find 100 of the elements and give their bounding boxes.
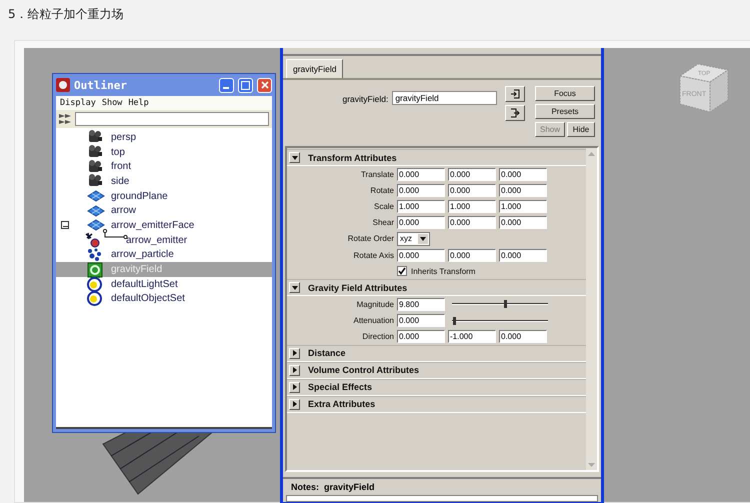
number-field[interactable]: 1.000 [448, 200, 496, 213]
number-field[interactable]: 0.000 [397, 314, 445, 328]
close-button[interactable] [257, 78, 272, 92]
checkbox[interactable] [397, 266, 407, 276]
tab[interactable]: gravityField [286, 59, 344, 78]
set-icon [87, 291, 102, 306]
menu-item[interactable]: Help [128, 98, 149, 108]
node-name-field[interactable]: gravityField [392, 91, 497, 105]
outliner-item[interactable]: side [56, 174, 272, 189]
number-field[interactable]: 0.000 [397, 330, 445, 344]
section-title: Extra Attributes [308, 399, 376, 410]
number-field[interactable]: 9.800 [397, 298, 445, 311]
dropdown[interactable]: xyz [397, 232, 430, 246]
field-icon [87, 262, 103, 278]
number-field[interactable]: -1.000 [448, 330, 496, 344]
section-title: Volume Control Attributes [308, 365, 419, 376]
item-label: arrow_particle [111, 249, 174, 260]
number-field[interactable]: 1.000 [499, 200, 547, 213]
caret-right-icon [292, 401, 296, 408]
outliner-item[interactable]: defaultObjectSet [56, 292, 272, 306]
attribute-label: Direction [361, 332, 394, 342]
number-field[interactable]: 0.000 [448, 184, 496, 197]
maximize-button[interactable] [238, 78, 253, 92]
caret-down-icon [292, 156, 298, 160]
slider-thumb[interactable] [452, 316, 456, 325]
item-label: persp [111, 132, 136, 143]
outliner-item[interactable]: arrow_emitterFace [56, 218, 272, 233]
item-label: front [111, 161, 132, 172]
section-toggle[interactable] [289, 364, 300, 376]
checkmark-icon [398, 267, 406, 276]
item-label: arrow_emitterFace [111, 220, 194, 231]
hide-button[interactable]: Hide [567, 122, 595, 137]
connector-line [103, 228, 128, 240]
number-field[interactable]: 0.000 [448, 168, 496, 181]
collapse-toggle[interactable] [61, 221, 69, 230]
number-field[interactable]: 0.000 [499, 248, 547, 262]
section-title: Special Effects [308, 382, 372, 392]
window-title: Outliner [74, 78, 128, 92]
input-connection-button[interactable] [505, 86, 525, 102]
number-field[interactable]: 0.000 [499, 184, 547, 197]
attribute-label: Rotate Axis [352, 250, 394, 260]
menu-item[interactable]: Display [60, 98, 96, 108]
outliner-item[interactable]: arrow_particle [56, 248, 272, 262]
grid-plane-icon [87, 204, 105, 217]
scroll-up-icon [588, 152, 595, 156]
number-field[interactable]: 0.000 [397, 216, 445, 230]
attribute-label: Rotate [369, 186, 394, 195]
number-field[interactable]: 0.000 [397, 168, 445, 181]
set-icon [87, 276, 102, 292]
number-field[interactable]: 0.000 [397, 184, 445, 197]
app-icon [56, 78, 70, 92]
caret-down-icon [292, 286, 298, 290]
attribute-label: Scale [372, 202, 394, 211]
camera-icon [87, 145, 103, 160]
outliner-item[interactable]: arrow_emitter [56, 232, 272, 248]
number-field[interactable]: 0.000 [397, 248, 445, 262]
presets-button[interactable]: Presets [535, 104, 595, 119]
section-toggle[interactable] [289, 282, 300, 294]
grid-plane-icon [87, 219, 105, 232]
number-field[interactable]: 0.000 [448, 216, 496, 230]
item-label: defaultLightSet [111, 278, 178, 290]
number-field[interactable]: 0.000 [499, 168, 547, 181]
item-label: arrow_emitter [126, 234, 188, 246]
camera-icon [87, 160, 103, 174]
number-field[interactable]: 0.000 [448, 248, 496, 262]
outliner-item[interactable]: top [56, 144, 272, 160]
outliner-item[interactable]: defaultLightSet [56, 276, 272, 292]
emitter-icon [85, 232, 101, 248]
scrollbar[interactable] [586, 148, 597, 470]
step-heading: 5．给粒子加个重力场 [7, 6, 125, 23]
checkbox-label: Inherits Transform [411, 266, 476, 276]
outliner-item[interactable]: persp [56, 130, 272, 145]
notes-label: Notes: [291, 482, 320, 492]
attribute-label: Translate [360, 170, 394, 179]
slider-thumb[interactable] [504, 300, 507, 308]
caret-right-icon [292, 384, 296, 390]
number-field[interactable]: 0.000 [499, 216, 547, 230]
section-toggle[interactable] [289, 398, 300, 410]
caret-right-icon [292, 350, 296, 356]
outliner-item[interactable]: front [56, 159, 272, 174]
minimize-button[interactable] [219, 78, 234, 92]
section-toggle[interactable] [289, 382, 300, 393]
attribute-label: Rotate Order [346, 234, 394, 244]
section-toggle[interactable] [289, 348, 300, 359]
filter-icon [59, 113, 73, 125]
filter-field[interactable] [75, 112, 269, 126]
focus-button[interactable]: Focus [535, 86, 595, 101]
section-toggle[interactable] [289, 152, 300, 163]
number-field[interactable]: 1.000 [397, 200, 445, 213]
menu-item[interactable]: Show [102, 98, 122, 108]
number-field[interactable]: 0.000 [499, 330, 547, 344]
attribute-label: Shear [372, 218, 394, 228]
item-label: defaultObjectSet [111, 293, 185, 304]
item-label: top [111, 146, 125, 158]
output-connection-button[interactable] [505, 105, 525, 121]
notes-field[interactable] [286, 495, 598, 502]
item-label: groundPlane [111, 190, 168, 202]
outliner-item[interactable]: groundPlane [56, 188, 272, 204]
grid-plane-icon [87, 190, 105, 202]
outliner-item[interactable]: arrow [56, 203, 272, 218]
